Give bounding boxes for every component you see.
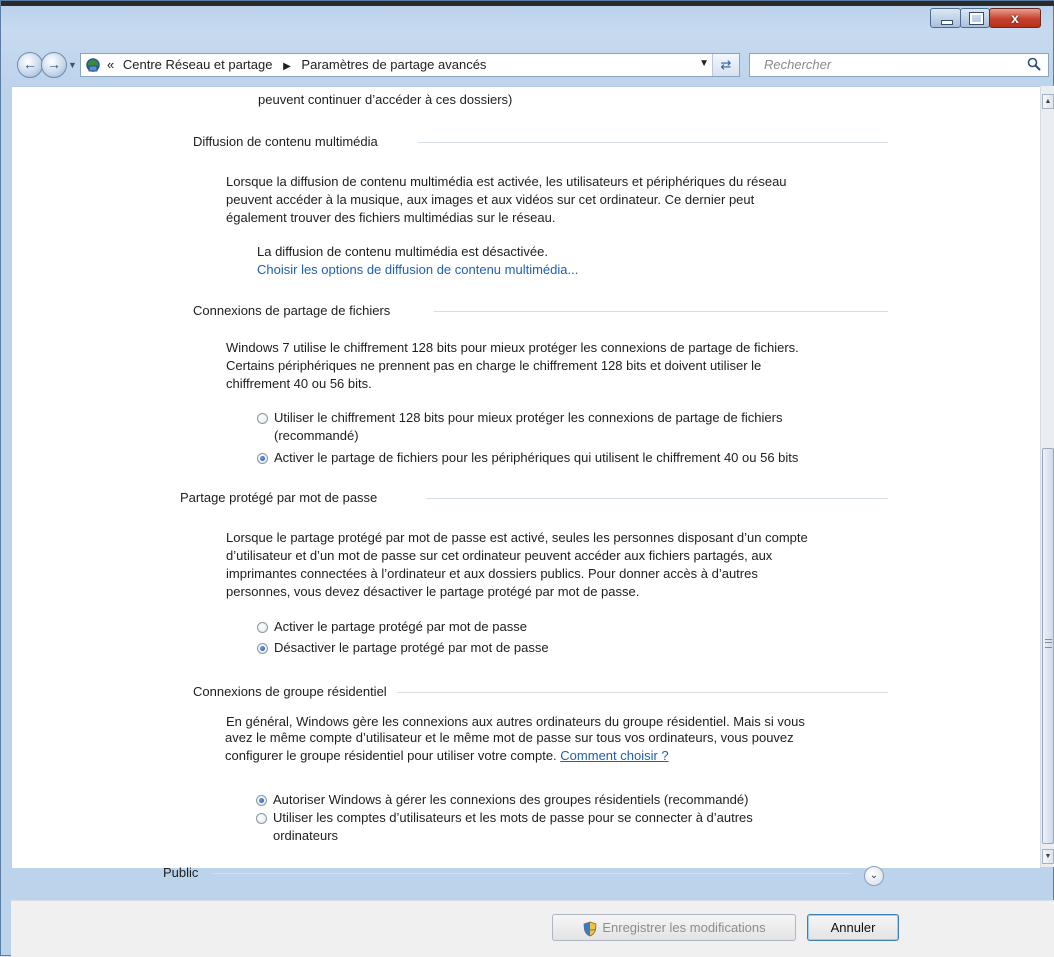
media-description-line-2: peuvent accéder à la musique, aux images…	[226, 192, 755, 207]
close-button[interactable]: x	[989, 8, 1041, 28]
dialog-footer: Enregistrer les modifications Annuler	[11, 900, 1054, 957]
shield-icon	[583, 921, 597, 936]
radio-128bit-label-line-1[interactable]: Utiliser le chiffrement 128 bits pour mi…	[274, 409, 782, 427]
breadcrumb-advanced-sharing[interactable]: Paramètres de partage avancés	[301, 57, 486, 72]
vertical-scrollbar[interactable]: ▲ ▼	[1040, 86, 1054, 867]
forward-arrow-icon: →	[47, 56, 61, 72]
breadcrumb: « Centre Réseau et partage ▶ Paramètres …	[107, 57, 486, 72]
homegroup-description-line-3: configurer le groupe résidentiel pour ut…	[225, 747, 669, 765]
refresh-button[interactable]: ⇄	[712, 54, 739, 76]
homegroup-description-line-1: En général, Windows gère les connexions …	[226, 714, 805, 729]
homegroup-description-text: configurer le groupe résidentiel pour ut…	[225, 748, 557, 763]
password-description-line-4: personnes, vous devez désactiver le part…	[226, 584, 640, 599]
navigation-bar: ← → ▼ « Centre Réseau et partage ▶ Param…	[1, 45, 1054, 85]
previous-section-text: peuvent continuer d’accéder à ces dossie…	[258, 92, 513, 107]
title-bar[interactable]: x	[1, 1, 1054, 37]
radio-disable-password-sharing-label[interactable]: Désactiver le partage protégé par mot de…	[274, 639, 549, 657]
radio-disable-password-sharing[interactable]	[257, 643, 268, 654]
minimize-button[interactable]	[930, 8, 961, 28]
file-sharing-description-line-3: chiffrement 40 ou 56 bits.	[226, 376, 372, 391]
address-bar[interactable]: « Centre Réseau et partage ▶ Paramètres …	[80, 53, 740, 77]
section-divider	[418, 142, 888, 143]
maximize-button[interactable]	[960, 8, 990, 28]
recent-pages-dropdown[interactable]: ▼	[68, 60, 77, 70]
password-section-title: Partage protégé par mot de passe	[180, 490, 378, 505]
breadcrumb-overflow[interactable]: «	[107, 57, 114, 72]
radio-enable-password-sharing[interactable]	[257, 622, 268, 633]
scroll-up-arrow-icon[interactable]: ▲	[1042, 94, 1054, 109]
radio-40-56bit-label[interactable]: Activer le partage de fichiers pour les …	[274, 449, 798, 467]
media-status-text: La diffusion de contenu multimédia est d…	[257, 244, 548, 259]
media-section-title: Diffusion de contenu multimédia	[193, 134, 378, 149]
password-description-line-1: Lorsque le partage protégé par mot de pa…	[226, 530, 808, 545]
media-description-line-3: également trouver des fichiers multimédi…	[226, 210, 556, 225]
section-divider	[397, 692, 888, 693]
radio-40-56bit-encryption[interactable]	[257, 453, 268, 464]
network-center-icon	[86, 58, 100, 72]
section-divider	[426, 498, 888, 499]
section-divider	[434, 311, 888, 312]
save-changes-label: Enregistrer les modifications	[602, 920, 766, 935]
radio-enable-password-sharing-label[interactable]: Activer le partage protégé par mot de pa…	[274, 618, 527, 636]
expand-chevron-icon[interactable]: ⌄	[864, 866, 884, 886]
cancel-button[interactable]: Annuler	[807, 914, 899, 941]
search-input[interactable]: Rechercher	[749, 53, 1049, 77]
save-changes-button[interactable]: Enregistrer les modifications	[552, 914, 796, 941]
search-icon[interactable]	[1026, 56, 1042, 72]
password-description-line-2: d’utilisateur et d’un mot de passe sur c…	[226, 548, 773, 563]
media-options-link[interactable]: Choisir les options de diffusion de cont…	[257, 261, 578, 279]
radio-128bit-encryption[interactable]	[257, 413, 268, 424]
close-icon: x	[1011, 10, 1019, 26]
scrollbar-thumb[interactable]	[1042, 448, 1054, 844]
back-arrow-icon: ←	[23, 56, 37, 72]
forward-button[interactable]: →	[41, 52, 67, 78]
homegroup-section-title: Connexions de groupe résidentiel	[193, 684, 387, 699]
scroll-down-arrow-icon[interactable]: ▼	[1042, 849, 1054, 864]
scrollbar-grip-icon	[1045, 639, 1052, 648]
address-dropdown-icon[interactable]: ▼	[699, 58, 709, 69]
back-button[interactable]: ←	[17, 52, 43, 78]
section-divider	[212, 873, 852, 874]
file-sharing-section-title: Connexions de partage de fichiers	[193, 303, 391, 318]
password-description-line-3: imprimantes connectées à l’ordinateur et…	[226, 566, 758, 581]
file-sharing-description-line-2: Certains périphériques ne prennent pas e…	[226, 358, 762, 373]
media-description-line-1: Lorsque la diffusion de contenu multiméd…	[226, 174, 787, 189]
explorer-window: x ← → ▼ « Centre Réseau et partage ▶ Par…	[0, 0, 1054, 956]
how-to-choose-link[interactable]: Comment choisir ?	[560, 748, 668, 763]
maximize-icon	[969, 12, 984, 25]
file-sharing-description-line-1: Windows 7 utilise le chiffrement 128 bit…	[226, 340, 799, 355]
minimize-icon	[941, 20, 953, 25]
radio-128bit-label-line-2[interactable]: (recommandé)	[274, 427, 359, 445]
breadcrumb-separator-icon[interactable]: ▶	[283, 61, 291, 72]
search-placeholder: Rechercher	[764, 57, 832, 72]
breadcrumb-network-center[interactable]: Centre Réseau et partage	[123, 57, 273, 72]
refresh-icon: ⇄	[720, 57, 732, 72]
